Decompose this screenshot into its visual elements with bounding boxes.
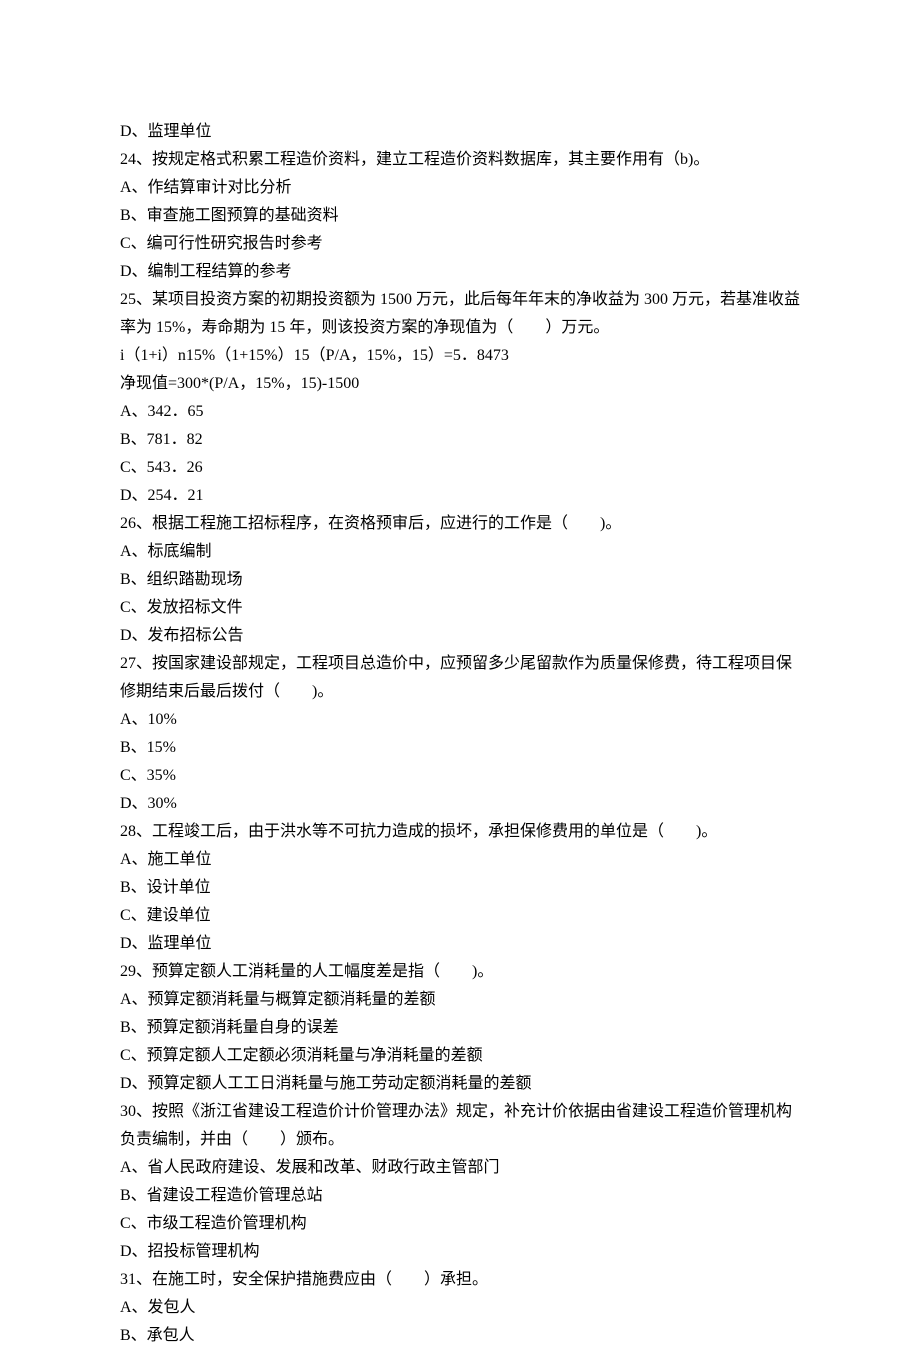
text-line: D、招投标管理机构 <box>120 1238 800 1266</box>
text-line: B、设计单位 <box>120 874 800 902</box>
text-line: B、组织踏勘现场 <box>120 566 800 594</box>
text-line: 26、根据工程施工招标程序，在资格预审后，应进行的工作是（ )。 <box>120 510 800 538</box>
text-line: C、编可行性研究报告时参考 <box>120 230 800 258</box>
text-line: C、市级工程造价管理机构 <box>120 1210 800 1238</box>
text-line: C、预算定额人工定额必须消耗量与净消耗量的差额 <box>120 1042 800 1070</box>
text-line: A、发包人 <box>120 1294 800 1322</box>
text-line: 27、按国家建设部规定，工程项目总造价中，应预留多少尾留款作为质量保修费，待工程… <box>120 650 800 706</box>
text-line: A、作结算审计对比分析 <box>120 174 800 202</box>
text-line: D、30% <box>120 790 800 818</box>
text-line: 31、在施工时，安全保护措施费应由（ ）承担。 <box>120 1266 800 1294</box>
text-line: C、发放招标文件 <box>120 594 800 622</box>
text-line: A、10% <box>120 706 800 734</box>
text-line: 30、按照《浙江省建设工程造价计价管理办法》规定，补充计价依据由省建设工程造价管… <box>120 1098 800 1154</box>
text-line: B、省建设工程造价管理总站 <box>120 1182 800 1210</box>
text-line: i（1+i）n15%（1+15%）15（P/A，15%，15）=5．8473 <box>120 342 800 370</box>
text-line: D、254．21 <box>120 482 800 510</box>
text-line: 25、某项目投资方案的初期投资额为 1500 万元，此后每年年末的净收益为 30… <box>120 286 800 342</box>
text-line: B、承包人 <box>120 1322 800 1350</box>
text-line: B、15% <box>120 734 800 762</box>
text-line: C、35% <box>120 762 800 790</box>
text-line: C、543．26 <box>120 454 800 482</box>
document-page: D、监理单位 24、按规定格式积累工程造价资料，建立工程造价资料数据库，其主要作… <box>0 0 920 1350</box>
text-line: B、审查施工图预算的基础资料 <box>120 202 800 230</box>
text-line: D、预算定额人工工日消耗量与施工劳动定额消耗量的差额 <box>120 1070 800 1098</box>
text-line: A、预算定额消耗量与概算定额消耗量的差额 <box>120 986 800 1014</box>
text-line: A、施工单位 <box>120 846 800 874</box>
text-line: 24、按规定格式积累工程造价资料，建立工程造价资料数据库，其主要作用有（b)。 <box>120 146 800 174</box>
text-line: D、发布招标公告 <box>120 622 800 650</box>
text-line: D、编制工程结算的参考 <box>120 258 800 286</box>
text-line: B、781．82 <box>120 426 800 454</box>
text-line: C、建设单位 <box>120 902 800 930</box>
text-line: 29、预算定额人工消耗量的人工幅度差是指（ )。 <box>120 958 800 986</box>
text-line: 净现值=300*(P/A，15%，15)-1500 <box>120 370 800 398</box>
text-line: D、监理单位 <box>120 118 800 146</box>
text-line: B、预算定额消耗量自身的误差 <box>120 1014 800 1042</box>
text-line: A、342．65 <box>120 398 800 426</box>
text-line: 28、工程竣工后，由于洪水等不可抗力造成的损坏，承担保修费用的单位是（ )。 <box>120 818 800 846</box>
text-line: A、省人民政府建设、发展和改革、财政行政主管部门 <box>120 1154 800 1182</box>
text-line: D、监理单位 <box>120 930 800 958</box>
text-line: A、标底编制 <box>120 538 800 566</box>
